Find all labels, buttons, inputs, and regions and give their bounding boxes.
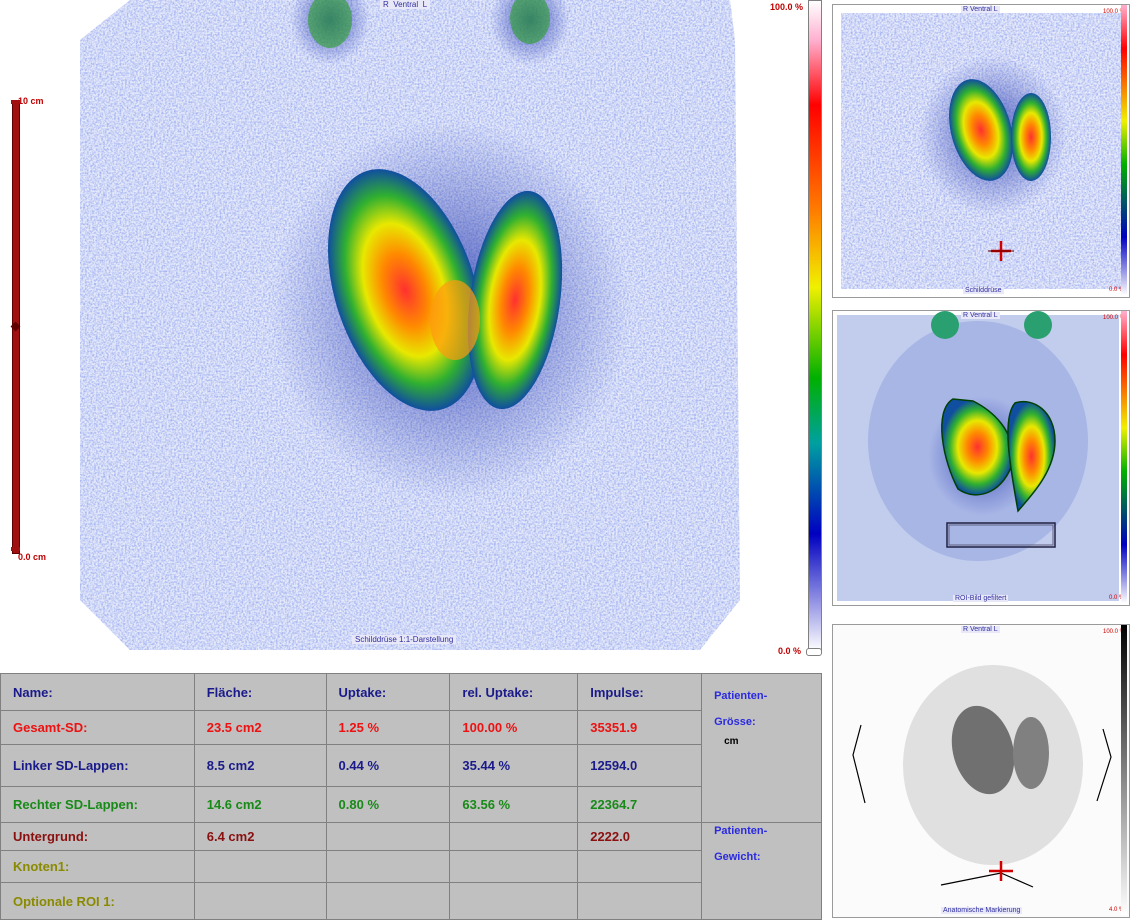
- row-rechter-flaeche: 14.6 cm2: [193, 786, 327, 823]
- table-row-gesamt: Gesamt-SD: 23.5 cm2 1.25 % 100.00 % 3535…: [0, 710, 822, 745]
- row-knoten-impulse: [577, 850, 703, 883]
- row-optionale-roi-name: Optionale ROI 1:: [0, 882, 195, 920]
- header-name: Name:: [0, 673, 195, 711]
- thumbnail-anatomische-markierung[interactable]: R Ventral L 100.0 % 4.0 % Anatomische Ma…: [832, 624, 1130, 918]
- row-linker-name: Linker SD-Lappen:: [0, 744, 195, 787]
- row-optionale-impulse: [577, 882, 703, 920]
- row-gesamt-impulse: 35351.9: [577, 710, 703, 745]
- patient-size-cell: Patienten- Grösse: cm: [701, 673, 822, 823]
- row-linker-flaeche: 8.5 cm2: [193, 744, 327, 787]
- row-untergrund-rel-uptake: [449, 822, 579, 851]
- thumbnail-1-colorbar: [1121, 5, 1127, 295]
- patient-size-label-2: Grösse:: [714, 716, 756, 728]
- row-rechter-uptake: 0.80 %: [325, 786, 451, 823]
- row-gesamt-rel-uptake: 100.00 %: [449, 710, 579, 745]
- patient-weight-label-1: Patienten-: [714, 825, 768, 837]
- row-rechter-rel-uptake: 63.56 %: [449, 786, 579, 823]
- thumbnail-1-image: [841, 13, 1121, 289]
- thumbnail-2-image: [837, 311, 1119, 601]
- colorbar-max-label: 100.0 %: [770, 2, 804, 12]
- colorbar-min-label: 0.0 %: [778, 646, 802, 656]
- ruler-bottom-cap: [11, 547, 20, 551]
- thumbnail-3-orientation: R Ventral L: [961, 626, 1000, 633]
- table-row-linker: Linker SD-Lappen: 8.5 cm2 0.44 % 35.44 %…: [0, 744, 822, 787]
- row-rechter-impulse: 22364.7: [577, 786, 703, 823]
- color-scale-bar[interactable]: [808, 0, 822, 652]
- color-scale-handle[interactable]: [806, 648, 822, 656]
- ruler-top-label: 10 cm: [18, 96, 44, 106]
- thumbnail-3-caption: Anatomische Markierung: [941, 907, 1023, 914]
- row-knoten-rel-uptake: [449, 850, 579, 883]
- row-untergrund-flaeche: 6.4 cm2: [193, 822, 327, 851]
- row-gesamt-name: Gesamt-SD:: [0, 710, 195, 745]
- table-row-rechter: Rechter SD-Lappen: 14.6 cm2 0.80 % 63.56…: [0, 786, 822, 823]
- results-table: Name: Fläche: Uptake: rel. Uptake: Impul…: [0, 673, 822, 920]
- row-gesamt-uptake: 1.25 %: [325, 710, 451, 745]
- main-scan-caption: Schilddrüse 1:1-Darstellung: [352, 635, 457, 644]
- patient-weight-label-2: Gewicht:: [714, 851, 761, 863]
- row-linker-impulse: 12594.0: [577, 744, 703, 787]
- thumbnail-roi-gefiltert[interactable]: R Ventral L 100.0 % 0.0 % ROI-Bild gefil…: [832, 310, 1130, 606]
- row-untergrund-impulse: 2222.0: [577, 822, 703, 851]
- row-gesamt-flaeche: 23.5 cm2: [193, 710, 327, 745]
- main-scan-image: [80, 0, 740, 650]
- table-row-knoten: Knoten1:: [0, 850, 822, 883]
- thumbnail-1-orientation: R Ventral L: [961, 6, 1000, 13]
- thumbnail-1-caption: Schilddrüse: [963, 287, 1004, 294]
- orientation-label: R Ventral L: [380, 0, 431, 9]
- patient-size-unit[interactable]: cm: [714, 736, 813, 747]
- table-row-untergrund: Untergrund: 6.4 cm2 2222.0 Patienten- Ge…: [0, 822, 822, 920]
- row-optionale-uptake: [325, 882, 451, 920]
- thumbnail-2-orientation: R Ventral L: [961, 312, 1000, 319]
- patient-weight-cell: Patienten- Gewicht:: [701, 822, 822, 920]
- main-scan-panel[interactable]: R Ventral L Schilddrüse 1:1-Darstellung: [0, 0, 808, 658]
- thumbnail-3-image: [833, 625, 1129, 917]
- thumbnail-2-caption: ROI-Bild gefiltert: [953, 595, 1009, 602]
- thumbnail-schilddruese[interactable]: R Ventral L 100.0 % 0.0 % Schilddrüse: [832, 4, 1130, 298]
- table-header-row: Name: Fläche: Uptake: rel. Uptake: Impul…: [0, 673, 822, 823]
- row-untergrund-uptake: [325, 822, 451, 851]
- row-optionale-flaeche: [193, 882, 327, 920]
- header-uptake: Uptake:: [325, 673, 451, 711]
- row-linker-uptake: 0.44 %: [325, 744, 451, 787]
- header-flaeche: Fläche:: [193, 673, 327, 711]
- patient-size-label-1: Patienten-: [714, 690, 768, 702]
- header-rel-uptake: rel. Uptake:: [449, 673, 579, 711]
- row-knoten-flaeche: [193, 850, 327, 883]
- thumbnail-3-colorbar: [1121, 625, 1127, 915]
- row-linker-rel-uptake: 35.44 %: [449, 744, 579, 787]
- row-knoten-name: Knoten1:: [0, 850, 195, 883]
- row-rechter-name: Rechter SD-Lappen:: [0, 786, 195, 823]
- header-impulse: Impulse:: [577, 673, 703, 711]
- row-optionale-rel-uptake: [449, 882, 579, 920]
- thumbnail-2-colorbar: [1121, 311, 1127, 603]
- ruler-bottom-label: 0.0 cm: [18, 552, 47, 562]
- table-row-optionale-roi: Optionale ROI 1:: [0, 882, 822, 920]
- row-knoten-uptake: [325, 850, 451, 883]
- row-untergrund-name: Untergrund:: [0, 822, 195, 851]
